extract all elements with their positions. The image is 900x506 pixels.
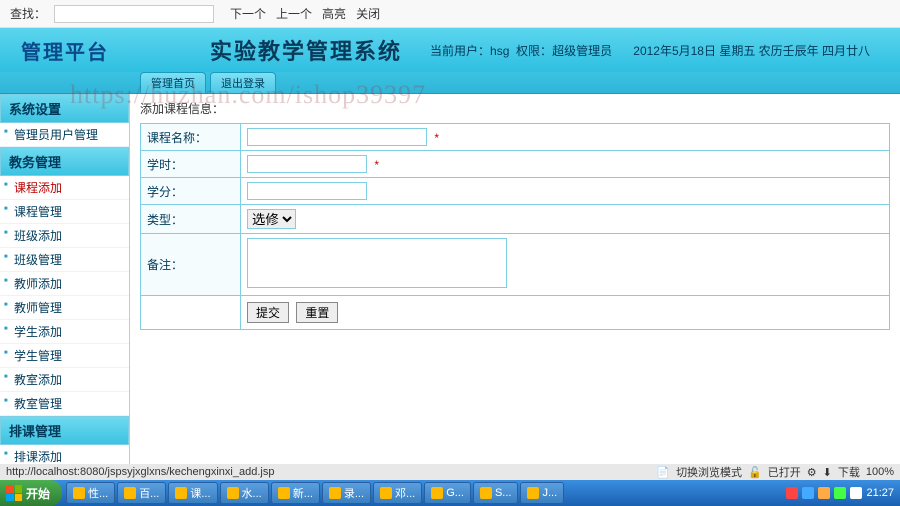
nav-item[interactable]: 教室管理 [0, 392, 129, 416]
tab-home[interactable]: 管理首页 [140, 72, 206, 93]
breadcrumb: 添加课程信息： [140, 100, 890, 117]
find-label: 查找： [10, 5, 46, 22]
course-name-label: 课程名称： [141, 124, 241, 151]
hours-label: 学时： [141, 151, 241, 178]
taskbar-item[interactable]: 新... [271, 482, 320, 504]
app-icon [278, 487, 290, 499]
taskbar-item[interactable]: J... [520, 482, 564, 504]
find-close[interactable]: 关闭 [356, 5, 380, 22]
nav-group-header[interactable]: 排课管理 [0, 416, 129, 445]
find-bar: 查找： 下一个 上一个 高亮 关闭 [0, 0, 900, 28]
tab-logout[interactable]: 退出登录 [210, 72, 276, 93]
required-mark: * [434, 131, 439, 145]
nav-item[interactable]: 管理员用户管理 [0, 123, 129, 147]
nav-item[interactable]: 学生添加 [0, 320, 129, 344]
tab-row: 管理首页 退出登录 [0, 72, 900, 94]
windows-taskbar: 开始 性...百...课...水...新...录...邓...G...S...J… [0, 480, 900, 506]
course-form: 课程名称： * 学时： * 学分： 类型： 选修 备注： [140, 123, 890, 330]
header-banner: 管理平台 实验教学管理系统 当前用户：hsg 权限：超级管理员 2012年5月1… [0, 28, 900, 72]
taskbar-item[interactable]: 课... [168, 482, 217, 504]
status-url: http://localhost:8080/jspsyjxglxns/keche… [6, 466, 274, 478]
submit-button[interactable]: 提交 [247, 302, 289, 323]
site-logo: 管理平台 [0, 36, 130, 65]
nav-group-header[interactable]: 系统设置 [0, 94, 129, 123]
nav-item[interactable]: 教室添加 [0, 368, 129, 392]
status-download[interactable]: 下载 [838, 464, 860, 480]
find-next[interactable]: 下一个 [230, 5, 266, 22]
reset-button[interactable]: 重置 [296, 302, 338, 323]
credits-input[interactable] [247, 182, 367, 200]
hours-input[interactable] [247, 155, 367, 173]
status-mode[interactable]: 切换浏览模式 [676, 464, 742, 480]
windows-logo-icon [6, 485, 22, 501]
status-open: 已打开 [768, 464, 801, 480]
app-icon [527, 487, 539, 499]
type-label: 类型： [141, 205, 241, 234]
app-icon [227, 487, 239, 499]
find-actions: 下一个 上一个 高亮 关闭 [230, 5, 380, 22]
nav-item[interactable]: 教师添加 [0, 272, 129, 296]
gear-icon[interactable]: ⚙ [807, 466, 817, 479]
taskbar-item[interactable]: S... [473, 482, 519, 504]
tray-icon[interactable] [786, 487, 798, 499]
taskbar-item[interactable]: 邓... [373, 482, 422, 504]
date-info: 2012年5月18日 星期五 农历壬辰年 四月廿八 [633, 42, 870, 59]
content-area: 添加课程信息： 课程名称： * 学时： * 学分： 类型： 选修 备注： [130, 94, 900, 488]
find-prev[interactable]: 上一个 [276, 5, 312, 22]
nav-item[interactable]: 学生管理 [0, 344, 129, 368]
user-info: 当前用户：hsg 权限：超级管理员 [430, 42, 612, 59]
app-icon [329, 487, 341, 499]
app-icon [380, 487, 392, 499]
site-title: 实验教学管理系统 [210, 34, 402, 66]
nav-item[interactable]: 教师管理 [0, 296, 129, 320]
app-icon [73, 487, 85, 499]
zoom-level[interactable]: 100% [866, 466, 894, 478]
tray-icon[interactable] [850, 487, 862, 499]
nav-item[interactable]: 课程管理 [0, 200, 129, 224]
taskbar-item[interactable]: 百... [117, 482, 166, 504]
taskbar-item[interactable]: 性... [66, 482, 115, 504]
nav-item[interactable]: 班级添加 [0, 224, 129, 248]
nav-group-header[interactable]: 教务管理 [0, 147, 129, 176]
app-icon [175, 487, 187, 499]
app-icon [480, 487, 492, 499]
sidebar: 系统设置管理员用户管理教务管理课程添加课程管理班级添加班级管理教师添加教师管理学… [0, 94, 130, 488]
taskbar-item[interactable]: 录... [322, 482, 371, 504]
taskbar-tasks: 性...百...课...水...新...录...邓...G...S...J... [66, 482, 780, 504]
credits-label: 学分： [141, 178, 241, 205]
tray-icon[interactable] [818, 487, 830, 499]
tray-icon[interactable] [802, 487, 814, 499]
browser-statusbar: http://localhost:8080/jspsyjxglxns/keche… [0, 464, 900, 480]
nav-item[interactable]: 课程添加 [0, 176, 129, 200]
find-input[interactable] [54, 5, 214, 23]
required-mark: * [374, 158, 379, 172]
taskbar-item[interactable]: 水... [220, 482, 269, 504]
clock[interactable]: 21:27 [866, 487, 894, 499]
course-name-input[interactable] [247, 128, 427, 146]
app-icon [124, 487, 136, 499]
taskbar-item[interactable]: G... [424, 482, 471, 504]
find-highlight[interactable]: 高亮 [322, 5, 346, 22]
nav-item[interactable]: 班级管理 [0, 248, 129, 272]
tray-icon[interactable] [834, 487, 846, 499]
remark-label: 备注： [141, 234, 241, 296]
main-area: 系统设置管理员用户管理教务管理课程添加课程管理班级添加班级管理教师添加教师管理学… [0, 94, 900, 488]
type-select[interactable]: 选修 [247, 209, 296, 229]
system-tray: 21:27 [780, 487, 900, 499]
start-button[interactable]: 开始 [0, 480, 62, 506]
remark-textarea[interactable] [247, 238, 507, 288]
app-icon [431, 487, 443, 499]
